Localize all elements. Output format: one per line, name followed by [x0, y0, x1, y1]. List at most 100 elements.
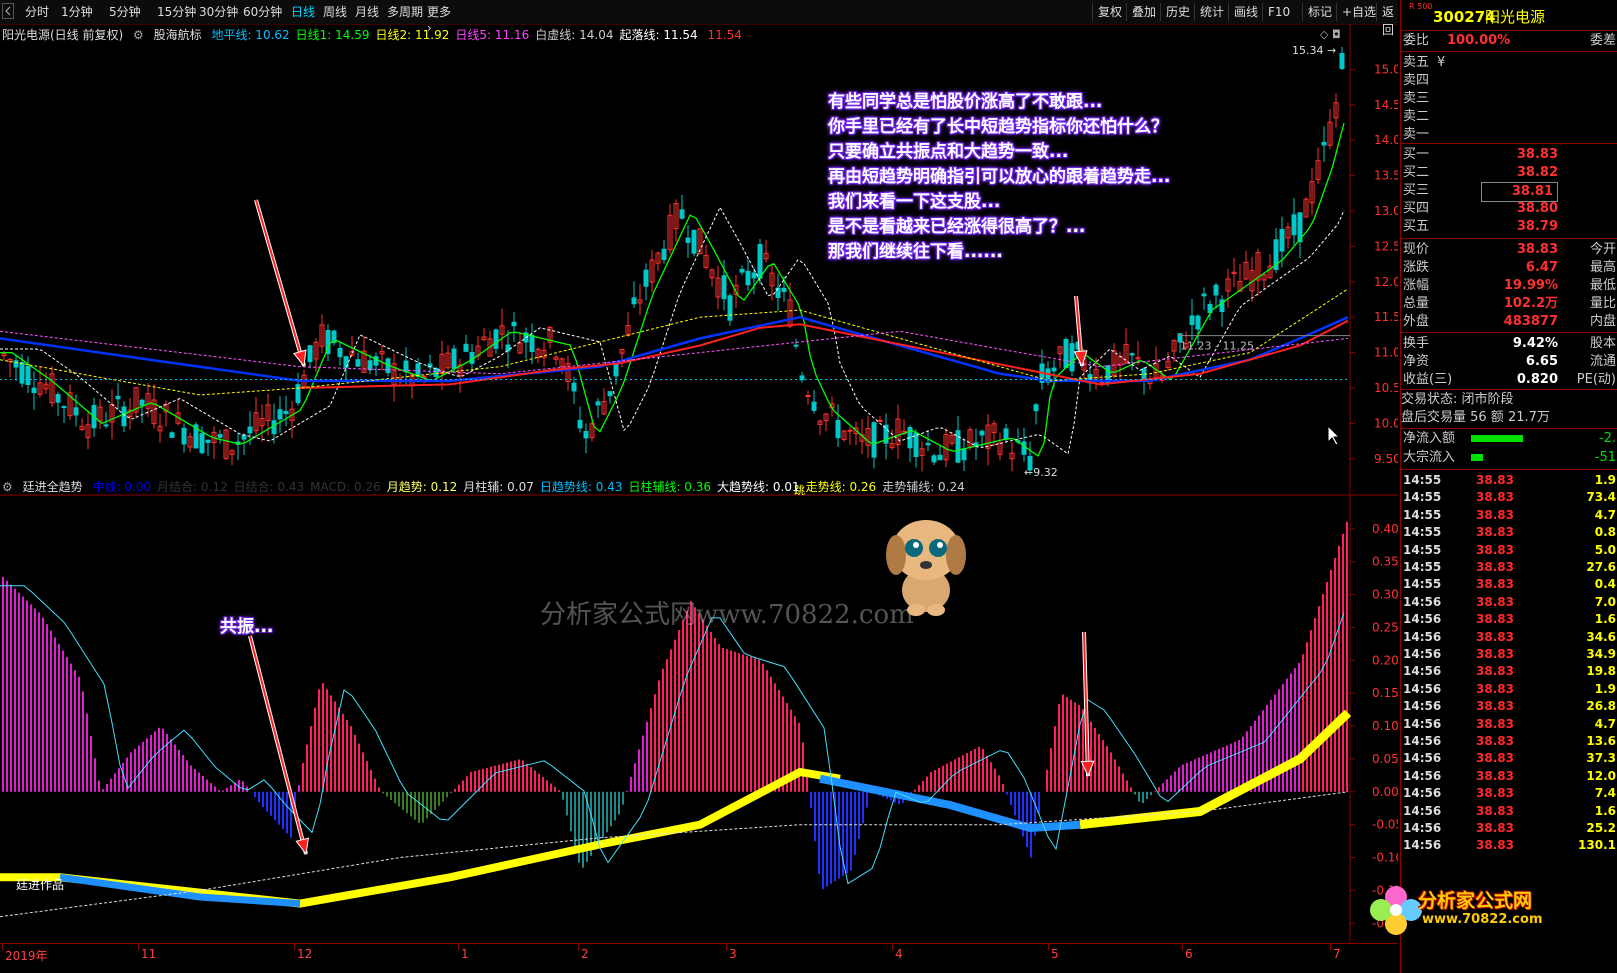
toolbar-button-0[interactable]: 复权 — [1092, 3, 1127, 21]
candle-body-96 — [577, 419, 583, 429]
period-tab-0[interactable]: 分时 — [22, 4, 52, 20]
hist-bar-174 — [698, 613, 700, 792]
hist-bar-157 — [630, 777, 632, 792]
candle-body-200 — [1201, 293, 1207, 297]
hist-bar-138 — [554, 786, 556, 792]
indicator-toggle-icon[interactable]: ⚙ — [133, 28, 144, 42]
toolbar-button-8[interactable]: 返回 — [1376, 3, 1399, 37]
period-tab-3[interactable]: 15分钟 — [154, 4, 199, 20]
hist-bar-332 — [1330, 569, 1332, 792]
sub-indicator-name[interactable]: 廷进全趋势 — [23, 480, 83, 494]
tick-volume: 26.8 — [1586, 699, 1616, 714]
ask-row-3[interactable]: 卖二 — [1401, 108, 1617, 126]
tick-price: 38.83 — [1476, 681, 1514, 696]
hist-bar-33 — [134, 748, 136, 792]
toolbar-button-1[interactable]: 叠加 — [1126, 3, 1161, 21]
time-tick-7: 5 — [1051, 947, 1059, 961]
hist-bar-307 — [1230, 743, 1232, 792]
period-tab-8[interactable]: 月线 — [352, 4, 382, 20]
toolbar-button-2[interactable]: 历史 — [1160, 3, 1195, 21]
hist-bar-232 — [930, 772, 932, 792]
trend-indicator-chart[interactable]: 0.40 0.35 0.30 0.25 0.20 0.15 0.10 0.05 0.00 -0.0… — [0, 496, 1398, 943]
hist-bar-143 — [574, 791, 576, 848]
low-marker: ←9.32 — [1024, 466, 1058, 479]
period-tab-4[interactable]: 30分钟 — [196, 4, 241, 20]
ask-row-4[interactable]: 卖一 — [1401, 126, 1617, 144]
ask-row-1[interactable]: 卖四 — [1401, 72, 1617, 90]
tick-row-3: 14:55 38.83 0.8 — [1401, 524, 1617, 541]
bid-row-0[interactable]: 买一 38.83 — [1401, 146, 1617, 164]
sub-tick-4: 0.20 — [1372, 653, 1398, 667]
hist-bar-270 — [1082, 709, 1084, 792]
tick-price: 38.83 — [1476, 629, 1514, 644]
period-tab-10[interactable]: 更多 › — [424, 4, 458, 35]
hist-bar-79 — [318, 689, 320, 792]
hist-bar-251 — [1006, 791, 1008, 795]
period-tab-5[interactable]: 60分钟 — [240, 4, 285, 20]
hist-bar-161 — [646, 721, 648, 792]
bid-label: 买五 — [1403, 219, 1430, 234]
main-line-value-0: 地平线: 10.62 — [211, 28, 290, 42]
hist-bar-2 — [10, 584, 12, 792]
period-tab-9[interactable]: 多周期 — [384, 4, 426, 20]
stock-header[interactable]: R 500 300274 阳光电源 — [1401, 2, 1617, 28]
candle-body-59 — [355, 359, 361, 367]
hist-bar-46 — [186, 760, 188, 792]
candle-body-51 — [307, 345, 313, 362]
hist-bar-290 — [1162, 783, 1164, 792]
time-tick-mark-3 — [458, 944, 459, 950]
time-axis: 2019年 11 12 1 2 3 4 5 6 7 — [0, 943, 1398, 964]
main-indicator-name[interactable]: 股海航标 — [154, 28, 202, 42]
tick-volume: 4.7 — [1594, 507, 1616, 522]
collapse-icon[interactable] — [2, 3, 14, 19]
candle-body-105 — [631, 297, 637, 305]
candle-body-20 — [121, 406, 127, 427]
sub-toggle-icon[interactable]: ⚙ — [2, 480, 13, 494]
toolbar-button-4[interactable]: 画线 — [1228, 3, 1263, 21]
price-tick-11: 9.50 — [1374, 452, 1398, 466]
ask-row-2[interactable]: 卖三 — [1401, 90, 1617, 108]
trend-red — [299, 319, 1349, 389]
toolbar-button-3[interactable]: 统计 — [1194, 3, 1229, 21]
hist-bar-0 — [2, 576, 4, 792]
tick-row-2: 14:55 38.83 4.7 — [1401, 507, 1617, 524]
stat-row-0: 现价 38.83 今开 — [1401, 241, 1617, 259]
time-tick-5: 3 — [729, 947, 737, 961]
bid-row-3[interactable]: 买四 38.80 — [1401, 200, 1617, 218]
hist-bar-216 — [866, 791, 868, 808]
period-tab-2[interactable]: 5分钟 — [106, 4, 144, 20]
tick-row-4: 14:55 38.83 5.0 — [1401, 542, 1617, 559]
toolbar-button-7[interactable]: +自选 — [1336, 3, 1381, 21]
hist-bar-286 — [1146, 791, 1148, 800]
hist-bar-81 — [326, 689, 328, 792]
credit-label: 廷进作品 — [16, 878, 65, 892]
hist-bar-335 — [1342, 533, 1344, 792]
toolbar-button-5[interactable]: F10 — [1262, 3, 1295, 21]
tick-time: 14:56 — [1403, 612, 1442, 627]
bid-row-2[interactable]: 买三 38.81 — [1401, 182, 1617, 202]
hist-bar-132 — [530, 767, 532, 792]
stat-label: 涨幅 — [1403, 278, 1430, 293]
period-tab-6[interactable]: 日线 — [288, 4, 318, 20]
toolbar-button-6[interactable]: 标记 — [1302, 3, 1337, 21]
tick-row-14: 14:56 38.83 4.7 — [1401, 716, 1617, 733]
bid-row-4[interactable]: 买五 38.79 — [1401, 218, 1617, 236]
price-tick-0: 15.00 — [1374, 62, 1398, 76]
price-tick-1: 14.50 — [1374, 98, 1398, 112]
candle-body-99 — [595, 401, 601, 406]
price-chart[interactable]: 15.00 14.50 14.00 13.50 13.00 12.50 12.00 11.50… — [0, 24, 1398, 496]
hist-bar-37 — [150, 734, 152, 792]
candle-body-154 — [925, 442, 931, 446]
stat2-value: 9.42% — [1512, 336, 1558, 351]
hist-bar-306 — [1226, 745, 1228, 792]
candle-body-159 — [955, 430, 961, 463]
period-tab-7[interactable]: 周线 — [320, 4, 350, 20]
period-tab-1[interactable]: 1分钟 — [58, 4, 96, 20]
bid-row-1[interactable]: 买二 38.82 — [1401, 164, 1617, 182]
ask-row-0[interactable]: 卖五 ¥ — [1401, 54, 1617, 72]
ask-label: 卖一 — [1403, 127, 1430, 142]
price-tick-8: 11.00 — [1374, 346, 1398, 360]
hist-bar-14 — [58, 643, 60, 792]
hist-bar-96 — [386, 791, 388, 797]
logo-url: www.70822.com — [1422, 912, 1543, 927]
